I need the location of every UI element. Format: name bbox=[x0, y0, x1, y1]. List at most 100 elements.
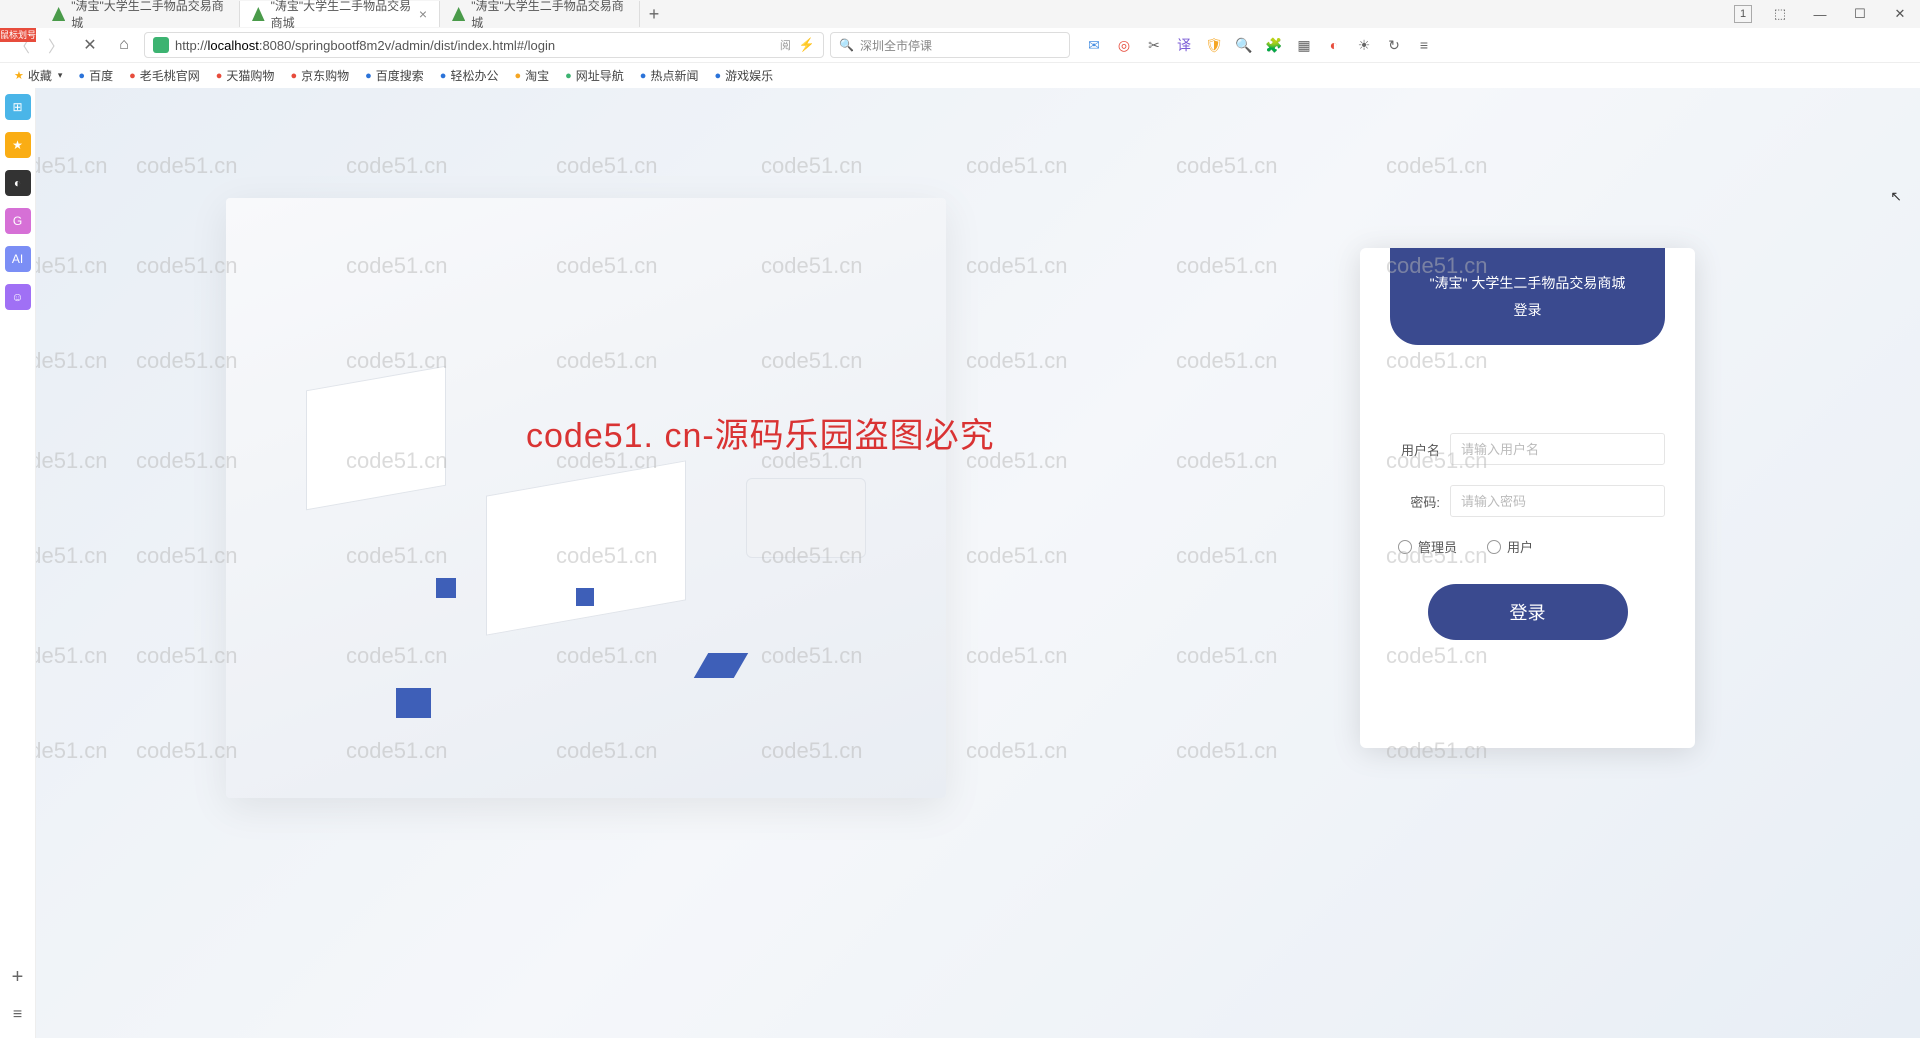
watermark-text: code51.cn bbox=[1176, 543, 1278, 569]
toolbar-icon-4[interactable]: 🛡 bbox=[1204, 35, 1224, 55]
bookmark-label: 百度搜索 bbox=[376, 67, 424, 84]
toolbar-icon-6[interactable]: 🧩 bbox=[1264, 35, 1284, 55]
bookmark-8[interactable]: ●网址导航 bbox=[559, 65, 630, 87]
toolbar-icon-3[interactable]: 译 bbox=[1174, 35, 1194, 55]
sidebar-app-icon-2[interactable]: ◐ bbox=[5, 170, 31, 196]
toolbar-icon-1[interactable]: ◎ bbox=[1114, 35, 1134, 55]
watermark-text: code51.cn bbox=[136, 643, 238, 669]
sidebar-app-icon-0[interactable]: ⊞ bbox=[5, 94, 31, 120]
toolbar-icon-9[interactable]: ☀ bbox=[1354, 35, 1374, 55]
watermark-text: code51.cn bbox=[761, 88, 863, 94]
url-input[interactable]: http://localhost:8080/springbootf8m2v/ad… bbox=[144, 32, 824, 58]
sidebar-app-icon-5[interactable]: ☺ bbox=[5, 284, 31, 310]
toolbar-icon-10[interactable]: ↻ bbox=[1384, 35, 1404, 55]
browser-tab-2-active[interactable]: "涛宝"大学生二手物品交易商城 × bbox=[240, 1, 440, 27]
toolbar-icon-8[interactable]: ◐ bbox=[1324, 35, 1344, 55]
watermark-text: code51.cn bbox=[346, 153, 448, 179]
window-extra-icon[interactable]: ⬚ bbox=[1760, 0, 1800, 28]
tab-favicon bbox=[252, 7, 265, 21]
watermark-text: code51.cn bbox=[36, 643, 108, 669]
search-input[interactable]: 🔍 深圳全市停课 bbox=[830, 32, 1070, 58]
page-content: "涛宝" 大学生二手物品交易商城 登录 用户名 密码: 管理员 用户 bbox=[36, 88, 1920, 1038]
toolbar-icon-2[interactable]: ✂ bbox=[1144, 35, 1164, 55]
watermark-text: code51.cn bbox=[36, 348, 108, 374]
watermark-text: code51.cn bbox=[1176, 348, 1278, 374]
bookmark-2[interactable]: ●老毛桃官网 bbox=[123, 65, 206, 87]
watermark-text: code51.cn bbox=[1386, 153, 1488, 179]
bookmark-label: 轻松办公 bbox=[450, 67, 498, 84]
bookmark-icon: ● bbox=[216, 70, 223, 82]
watermark-text: code51.cn bbox=[36, 738, 108, 764]
bookmark-1[interactable]: ●百度 bbox=[72, 65, 119, 87]
bookmark-icon: ● bbox=[514, 70, 521, 82]
radio-label: 管理员 bbox=[1418, 537, 1457, 556]
watermark-text: code51.cn bbox=[36, 153, 108, 179]
home-button[interactable]: ⌂ bbox=[110, 31, 138, 59]
username-input[interactable] bbox=[1450, 433, 1665, 465]
sidebar-menu-button[interactable]: ≡ bbox=[5, 1002, 31, 1028]
bookmark-0[interactable]: ★收藏▾ bbox=[8, 65, 68, 87]
toolbar-icon-11[interactable]: ≡ bbox=[1414, 35, 1434, 55]
watermark-text: code51.cn bbox=[556, 153, 658, 179]
role-admin-radio[interactable]: 管理员 bbox=[1398, 537, 1457, 556]
bookmark-icon: ● bbox=[78, 70, 85, 82]
password-input[interactable] bbox=[1450, 485, 1665, 517]
bookmark-label: 淘宝 bbox=[525, 67, 549, 84]
window-minimize-icon[interactable]: — bbox=[1800, 0, 1840, 28]
bookmark-icon: ● bbox=[640, 70, 647, 82]
watermark-text: code51.cn bbox=[1176, 253, 1278, 279]
bookmark-bar: ★收藏▾●百度●老毛桃官网●天猫购物●京东购物●百度搜索●轻松办公●淘宝●网址导… bbox=[0, 62, 1920, 88]
watermark-text: code51.cn bbox=[136, 543, 238, 569]
window-maximize-icon[interactable]: ☐ bbox=[1840, 0, 1880, 28]
tab-title: "涛宝"大学生二手物品交易商城 bbox=[71, 0, 227, 31]
cursor-icon: ↖ bbox=[1890, 188, 1902, 205]
watermark-text: code51.cn bbox=[966, 738, 1068, 764]
radio-icon bbox=[1398, 540, 1412, 554]
watermark-text: code51.cn bbox=[346, 88, 448, 94]
stop-button[interactable]: ✕ bbox=[76, 31, 104, 59]
bookmark-10[interactable]: ●游戏娱乐 bbox=[708, 65, 779, 87]
bookmark-6[interactable]: ●轻松办公 bbox=[434, 65, 505, 87]
left-sidebar: ⊞ ★ ◐ G AI ☺ + ≡ bbox=[0, 88, 36, 1038]
sidebar-app-icon-1[interactable]: ★ bbox=[5, 132, 31, 158]
sidebar-app-icon-3[interactable]: G bbox=[5, 208, 31, 234]
bookmark-icon: ★ bbox=[14, 69, 24, 82]
forward-button[interactable]: 〉 bbox=[42, 31, 70, 59]
watermark-text: code51.cn bbox=[36, 253, 108, 279]
window-badge[interactable]: 1 bbox=[1734, 5, 1752, 23]
bookmark-3[interactable]: ●天猫购物 bbox=[210, 65, 281, 87]
hero-illustration bbox=[226, 198, 946, 798]
sidebar-add-button[interactable]: + bbox=[5, 964, 31, 990]
search-icon: 🔍 bbox=[839, 38, 854, 52]
watermark-text: code51.cn bbox=[1176, 643, 1278, 669]
url-rest: :8080/springbootf8m2v/admin/dist/index.h… bbox=[259, 38, 555, 53]
chevron-down-icon: ▾ bbox=[58, 70, 63, 81]
browser-tab-1[interactable]: "涛宝"大学生二手物品交易商城 bbox=[40, 1, 240, 27]
bookmark-4[interactable]: ●京东购物 bbox=[284, 65, 355, 87]
bookmark-label: 热点新闻 bbox=[650, 67, 698, 84]
toolbar-icon-5[interactable]: 🔍 bbox=[1234, 35, 1254, 55]
flash-icon[interactable]: ⚡ bbox=[799, 37, 815, 53]
corner-badge: 鼠标划号 bbox=[0, 28, 36, 42]
bookmark-5[interactable]: ● 百度搜索 bbox=[359, 65, 430, 87]
role-user-radio[interactable]: 用户 bbox=[1487, 537, 1533, 556]
login-button[interactable]: 登录 bbox=[1428, 584, 1628, 640]
window-close-icon[interactable]: ✕ bbox=[1880, 0, 1920, 28]
watermark-text: code51.cn bbox=[136, 88, 238, 94]
watermark-text: code51.cn bbox=[761, 153, 863, 179]
watermark-text: code51.cn bbox=[1176, 738, 1278, 764]
sidebar-app-icon-4[interactable]: AI bbox=[5, 246, 31, 272]
bookmark-7[interactable]: ● 淘宝 bbox=[508, 65, 555, 87]
watermark-text: code51.cn bbox=[136, 253, 238, 279]
reader-mode-icon[interactable]: 阅 bbox=[780, 37, 791, 53]
bookmark-9[interactable]: ●热点新闻 bbox=[634, 65, 705, 87]
bookmark-label: 游戏娱乐 bbox=[725, 67, 773, 84]
bookmark-icon: ● bbox=[365, 70, 372, 82]
toolbar-icon-0[interactable]: ✉ bbox=[1084, 35, 1104, 55]
new-tab-button[interactable]: + bbox=[640, 4, 668, 25]
watermark-text: code51.cn bbox=[36, 448, 108, 474]
url-host: localhost bbox=[208, 38, 259, 53]
close-icon[interactable]: × bbox=[419, 6, 427, 22]
browser-tab-3[interactable]: "涛宝"大学生二手物品交易商城 bbox=[440, 1, 640, 27]
toolbar-icon-7[interactable]: ▦ bbox=[1294, 35, 1314, 55]
